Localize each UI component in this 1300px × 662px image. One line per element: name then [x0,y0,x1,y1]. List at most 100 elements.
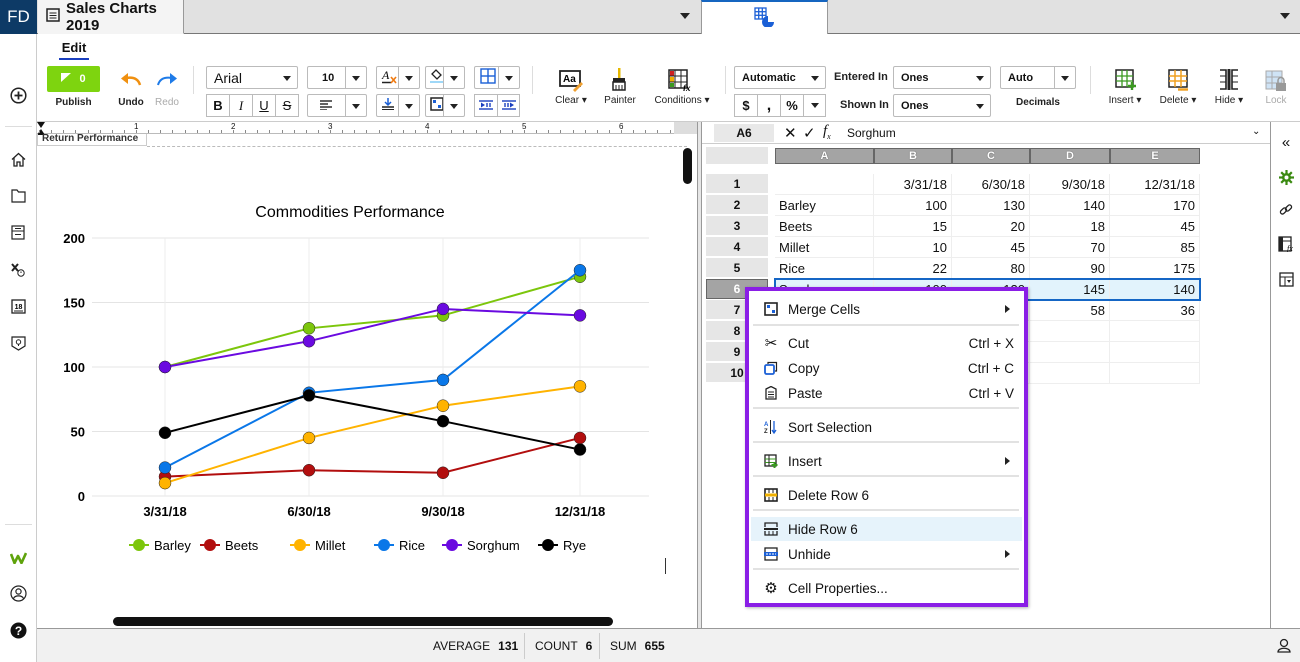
cell-d10[interactable] [1030,363,1110,384]
row-header-2[interactable]: 2 [706,195,768,215]
cell-b2[interactable]: 100 [874,195,952,216]
undo-button[interactable]: Undo [117,72,145,112]
underline-button[interactable]: U [252,94,276,117]
data-point-sorghum[interactable] [158,360,172,374]
cell-d2[interactable]: 140 [1030,195,1110,216]
formula-input[interactable]: Sorghum [847,126,896,140]
cell-c5[interactable]: 80 [952,258,1030,279]
series-line-barley[interactable] [164,275,581,368]
column-header-d[interactable]: D [1030,148,1110,164]
cell-a1[interactable] [775,174,874,195]
decimals-select[interactable]: Auto [1000,66,1076,89]
comma-button[interactable]: , [757,94,781,117]
cell-b4[interactable]: 10 [874,237,952,258]
cell-d7[interactable]: 58 [1030,300,1110,321]
menu-item-merge-cells[interactable]: Merge Cells [751,297,1022,321]
data-point-barley[interactable] [302,322,316,335]
collapse-panel-icon[interactable]: « [1278,134,1294,151]
data-point-rye[interactable] [302,389,316,402]
data-point-rye[interactable] [158,426,172,440]
menu-item-unhide[interactable]: Unhide [751,542,1022,566]
menu-item-insert[interactable]: Insert [751,449,1022,473]
data-point-rice[interactable] [158,461,172,474]
account-icon[interactable] [1277,638,1291,656]
series-beets[interactable] [158,431,587,483]
data-point-beets[interactable] [302,463,316,477]
increase-indent-button[interactable] [497,94,520,117]
cell-b5[interactable]: 22 [874,258,952,279]
table-panel-icon[interactable] [1278,271,1294,287]
currency-button[interactable]: $ [734,94,758,117]
data-point-rice[interactable] [573,264,587,277]
series-line-beets[interactable] [164,436,581,478]
data-point-millet[interactable] [302,431,316,445]
number-format-select[interactable]: Automatic [734,66,826,89]
reports-icon[interactable] [9,223,27,241]
row-header-1[interactable]: 1 [706,174,768,194]
cell-a2[interactable]: Barley [775,195,874,216]
menu-item-paste[interactable]: Paste Ctrl + V [751,381,1022,405]
font-family-select[interactable]: Arial [206,66,298,89]
cell-d4[interactable]: 70 [1030,237,1110,258]
cell-e2[interactable]: 170 [1110,195,1200,216]
vertical-align-select[interactable] [376,94,420,117]
row-header-5[interactable]: 5 [706,258,768,278]
menu-item-cell-properties[interactable]: ⚙ Cell Properties... [751,576,1022,600]
document-tab[interactable]: Sales Charts 2019 [38,0,184,34]
data-point-millet[interactable] [158,476,172,490]
series-rice[interactable] [158,264,587,474]
app-logo[interactable]: FD [0,0,37,34]
font-size-select[interactable]: 10 [307,66,367,89]
series-barley[interactable] [158,270,587,374]
shown-in-select[interactable]: Ones [893,94,991,117]
cancel-formula-icon[interactable]: ✕ [784,124,797,142]
number-format-more-button[interactable] [803,94,826,117]
series-line-rice[interactable] [164,269,581,469]
function-icon[interactable]: fx [823,123,831,141]
menu-item-copy[interactable]: Copy Ctrl + C [751,356,1022,380]
strikethrough-button[interactable]: S [275,94,299,117]
legend-item-rice[interactable]: Rice [374,538,425,553]
column-header-a[interactable]: A [775,148,874,164]
bold-button[interactable]: B [206,94,230,117]
cell-e9[interactable] [1110,342,1200,363]
insights-icon[interactable] [9,334,27,352]
legend-item-sorghum[interactable]: Sorghum [442,538,520,553]
menu-item-hide-row-6[interactable]: Hide Row 6 [751,517,1022,541]
data-point-rice[interactable] [436,373,450,387]
data-point-sorghum[interactable] [573,309,587,322]
borders-button[interactable] [474,66,520,89]
cell-reference[interactable]: A6 [714,124,774,142]
cell-d5[interactable]: 90 [1030,258,1110,279]
home-icon[interactable] [9,150,27,168]
column-header-c[interactable]: C [952,148,1030,164]
italic-button[interactable]: I [229,94,253,117]
cell-b1[interactable]: 3/31/18 [874,174,952,195]
lock-button[interactable]: Lock [1259,68,1293,108]
row-header-3[interactable]: 3 [706,216,768,236]
confirm-formula-icon[interactable]: ✓ [803,124,816,142]
cell-a4[interactable]: Millet [775,237,874,258]
doc-tab-dropdown-icon[interactable] [680,13,690,19]
cell-d3[interactable]: 18 [1030,216,1110,237]
cell-e5[interactable]: 175 [1110,258,1200,279]
help-icon[interactable]: ? [9,621,27,639]
merge-cells-button[interactable] [425,94,465,117]
folder-icon[interactable] [9,187,27,205]
font-color-button[interactable]: A [376,66,420,89]
cell-a3[interactable]: Beets [775,216,874,237]
tab-edit[interactable]: Edit [59,40,89,60]
expand-formula-bar-icon[interactable]: ⌄ [1252,126,1260,137]
cell-e4[interactable]: 85 [1110,237,1200,258]
sheet-tab-dropdown-icon[interactable] [1280,13,1290,19]
entered-in-select[interactable]: Ones [893,66,991,89]
series-line-sorghum[interactable] [164,307,581,368]
data-point-rye[interactable] [436,414,450,428]
formula-panel-icon[interactable]: fx [1278,236,1294,252]
legend-item-rye[interactable]: Rye [538,538,586,553]
data-point-rye[interactable] [573,443,587,456]
data-point-sorghum[interactable] [302,334,316,348]
data-point-beets[interactable] [436,466,450,480]
cell-d9[interactable] [1030,342,1110,363]
cell-c1[interactable]: 6/30/18 [952,174,1030,195]
